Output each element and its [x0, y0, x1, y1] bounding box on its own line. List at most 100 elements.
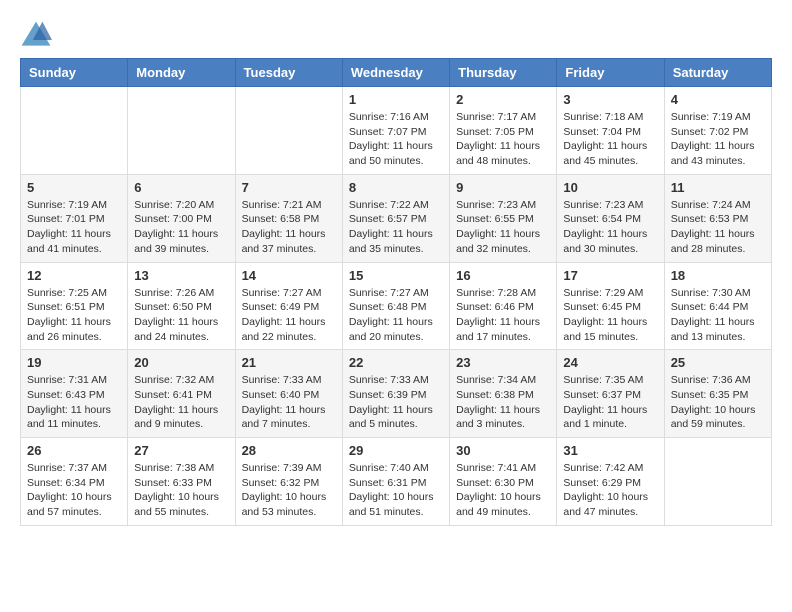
day-info: Sunrise: 7:17 AMSunset: 7:05 PMDaylight:… — [456, 110, 550, 169]
day-of-week-header: Thursday — [450, 59, 557, 87]
day-of-week-header: Wednesday — [342, 59, 449, 87]
day-of-week-header: Sunday — [21, 59, 128, 87]
calendar-day-cell: 10 Sunrise: 7:23 AMSunset: 6:54 PMDayligh… — [557, 174, 664, 262]
calendar-week-row: 1 Sunrise: 7:16 AMSunset: 7:07 PMDaylight… — [21, 87, 772, 175]
day-number: 19 — [27, 355, 121, 370]
calendar-day-cell: 6 Sunrise: 7:20 AMSunset: 7:00 PMDaylight… — [128, 174, 235, 262]
day-info: Sunrise: 7:40 AMSunset: 6:31 PMDaylight:… — [349, 461, 443, 520]
calendar-week-row: 19 Sunrise: 7:31 AMSunset: 6:43 PMDayligh… — [21, 350, 772, 438]
day-number: 11 — [671, 180, 765, 195]
day-info: Sunrise: 7:34 AMSunset: 6:38 PMDaylight:… — [456, 373, 550, 432]
calendar-day-cell: 7 Sunrise: 7:21 AMSunset: 6:58 PMDaylight… — [235, 174, 342, 262]
day-info: Sunrise: 7:21 AMSunset: 6:58 PMDaylight:… — [242, 198, 336, 257]
day-number: 14 — [242, 268, 336, 283]
day-number: 23 — [456, 355, 550, 370]
day-info: Sunrise: 7:37 AMSunset: 6:34 PMDaylight:… — [27, 461, 121, 520]
calendar-week-row: 5 Sunrise: 7:19 AMSunset: 7:01 PMDaylight… — [21, 174, 772, 262]
calendar-day-cell: 13 Sunrise: 7:26 AMSunset: 6:50 PMDayligh… — [128, 262, 235, 350]
day-info: Sunrise: 7:16 AMSunset: 7:07 PMDaylight:… — [349, 110, 443, 169]
day-number: 30 — [456, 443, 550, 458]
day-info: Sunrise: 7:38 AMSunset: 6:33 PMDaylight:… — [134, 461, 228, 520]
calendar-day-cell: 30 Sunrise: 7:41 AMSunset: 6:30 PMDayligh… — [450, 438, 557, 526]
day-number: 22 — [349, 355, 443, 370]
calendar-day-cell: 19 Sunrise: 7:31 AMSunset: 6:43 PMDayligh… — [21, 350, 128, 438]
calendar-day-cell: 3Sunrise: 7:18 AMSunset: 7:04 PMDaylight… — [557, 87, 664, 175]
calendar-day-cell: 4 Sunrise: 7:19 AMSunset: 7:02 PMDaylight… — [664, 87, 771, 175]
calendar-day-cell: 8 Sunrise: 7:22 AMSunset: 6:57 PMDaylight… — [342, 174, 449, 262]
calendar-day-cell: 21 Sunrise: 7:33 AMSunset: 6:40 PMDayligh… — [235, 350, 342, 438]
calendar-day-cell: 11Sunrise: 7:24 AMSunset: 6:53 PMDayligh… — [664, 174, 771, 262]
day-info: Sunrise: 7:29 AMSunset: 6:45 PMDaylight:… — [563, 286, 657, 345]
calendar-day-cell: 27 Sunrise: 7:38 AMSunset: 6:33 PMDayligh… — [128, 438, 235, 526]
day-number: 1 — [349, 92, 443, 107]
calendar-table: SundayMondayTuesdayWednesdayThursdayFrid… — [20, 58, 772, 526]
day-number: 27 — [134, 443, 228, 458]
calendar-day-cell — [664, 438, 771, 526]
calendar-day-cell: 18Sunrise: 7:30 AMSunset: 6:44 PMDayligh… — [664, 262, 771, 350]
calendar-week-row: 26 Sunrise: 7:37 AMSunset: 6:34 PMDayligh… — [21, 438, 772, 526]
day-info: Sunrise: 7:42 AMSunset: 6:29 PMDaylight:… — [563, 461, 657, 520]
calendar-day-cell: 1 Sunrise: 7:16 AMSunset: 7:07 PMDaylight… — [342, 87, 449, 175]
calendar-day-cell: 28 Sunrise: 7:39 AMSunset: 6:32 PMDayligh… — [235, 438, 342, 526]
calendar-day-cell: 17 Sunrise: 7:29 AMSunset: 6:45 PMDayligh… — [557, 262, 664, 350]
day-info: Sunrise: 7:25 AMSunset: 6:51 PMDaylight:… — [27, 286, 121, 345]
day-number: 8 — [349, 180, 443, 195]
day-of-week-header: Monday — [128, 59, 235, 87]
page-header — [20, 20, 772, 48]
calendar-day-cell: 20 Sunrise: 7:32 AMSunset: 6:41 PMDayligh… — [128, 350, 235, 438]
day-info: Sunrise: 7:35 AMSunset: 6:37 PMDaylight:… — [563, 373, 657, 432]
day-info: Sunrise: 7:33 AMSunset: 6:40 PMDaylight:… — [242, 373, 336, 432]
day-number: 10 — [563, 180, 657, 195]
calendar-day-cell: 26 Sunrise: 7:37 AMSunset: 6:34 PMDayligh… — [21, 438, 128, 526]
day-number: 13 — [134, 268, 228, 283]
day-number: 15 — [349, 268, 443, 283]
calendar-header-row: SundayMondayTuesdayWednesdayThursdayFrid… — [21, 59, 772, 87]
day-info: Sunrise: 7:18 AMSunset: 7:04 PMDaylight:… — [563, 110, 657, 169]
day-number: 24 — [563, 355, 657, 370]
day-info: Sunrise: 7:33 AMSunset: 6:39 PMDaylight:… — [349, 373, 443, 432]
calendar-day-cell: 16 Sunrise: 7:28 AMSunset: 6:46 PMDayligh… — [450, 262, 557, 350]
day-number: 16 — [456, 268, 550, 283]
day-info: Sunrise: 7:32 AMSunset: 6:41 PMDaylight:… — [134, 373, 228, 432]
day-number: 6 — [134, 180, 228, 195]
day-info: Sunrise: 7:28 AMSunset: 6:46 PMDaylight:… — [456, 286, 550, 345]
logo-icon — [20, 20, 52, 48]
day-number: 4 — [671, 92, 765, 107]
day-number: 17 — [563, 268, 657, 283]
day-number: 29 — [349, 443, 443, 458]
calendar-day-cell: 23 Sunrise: 7:34 AMSunset: 6:38 PMDayligh… — [450, 350, 557, 438]
day-number: 26 — [27, 443, 121, 458]
day-number: 20 — [134, 355, 228, 370]
calendar-day-cell — [128, 87, 235, 175]
day-of-week-header: Friday — [557, 59, 664, 87]
day-info: Sunrise: 7:22 AMSunset: 6:57 PMDaylight:… — [349, 198, 443, 257]
day-number: 21 — [242, 355, 336, 370]
day-info: Sunrise: 7:19 AMSunset: 7:01 PMDaylight:… — [27, 198, 121, 257]
day-of-week-header: Tuesday — [235, 59, 342, 87]
day-number: 28 — [242, 443, 336, 458]
day-info: Sunrise: 7:39 AMSunset: 6:32 PMDaylight:… — [242, 461, 336, 520]
day-info: Sunrise: 7:30 AMSunset: 6:44 PMDaylight:… — [671, 286, 765, 345]
calendar-day-cell: 24 Sunrise: 7:35 AMSunset: 6:37 PMDayligh… — [557, 350, 664, 438]
calendar-week-row: 12 Sunrise: 7:25 AMSunset: 6:51 PMDayligh… — [21, 262, 772, 350]
day-info: Sunrise: 7:23 AMSunset: 6:55 PMDaylight:… — [456, 198, 550, 257]
calendar-day-cell: 29 Sunrise: 7:40 AMSunset: 6:31 PMDayligh… — [342, 438, 449, 526]
calendar-day-cell: 2Sunrise: 7:17 AMSunset: 7:05 PMDaylight… — [450, 87, 557, 175]
day-info: Sunrise: 7:26 AMSunset: 6:50 PMDaylight:… — [134, 286, 228, 345]
day-info: Sunrise: 7:23 AMSunset: 6:54 PMDaylight:… — [563, 198, 657, 257]
calendar-day-cell: 31Sunrise: 7:42 AMSunset: 6:29 PMDayligh… — [557, 438, 664, 526]
day-info: Sunrise: 7:20 AMSunset: 7:00 PMDaylight:… — [134, 198, 228, 257]
day-number: 5 — [27, 180, 121, 195]
day-info: Sunrise: 7:41 AMSunset: 6:30 PMDaylight:… — [456, 461, 550, 520]
day-number: 7 — [242, 180, 336, 195]
calendar-day-cell — [235, 87, 342, 175]
calendar-day-cell: 25Sunrise: 7:36 AMSunset: 6:35 PMDayligh… — [664, 350, 771, 438]
day-info: Sunrise: 7:27 AMSunset: 6:49 PMDaylight:… — [242, 286, 336, 345]
day-info: Sunrise: 7:19 AMSunset: 7:02 PMDaylight:… — [671, 110, 765, 169]
calendar-day-cell: 15Sunrise: 7:27 AMSunset: 6:48 PMDayligh… — [342, 262, 449, 350]
day-number: 9 — [456, 180, 550, 195]
day-number: 12 — [27, 268, 121, 283]
calendar-day-cell: 5 Sunrise: 7:19 AMSunset: 7:01 PMDaylight… — [21, 174, 128, 262]
day-number: 25 — [671, 355, 765, 370]
day-info: Sunrise: 7:31 AMSunset: 6:43 PMDaylight:… — [27, 373, 121, 432]
